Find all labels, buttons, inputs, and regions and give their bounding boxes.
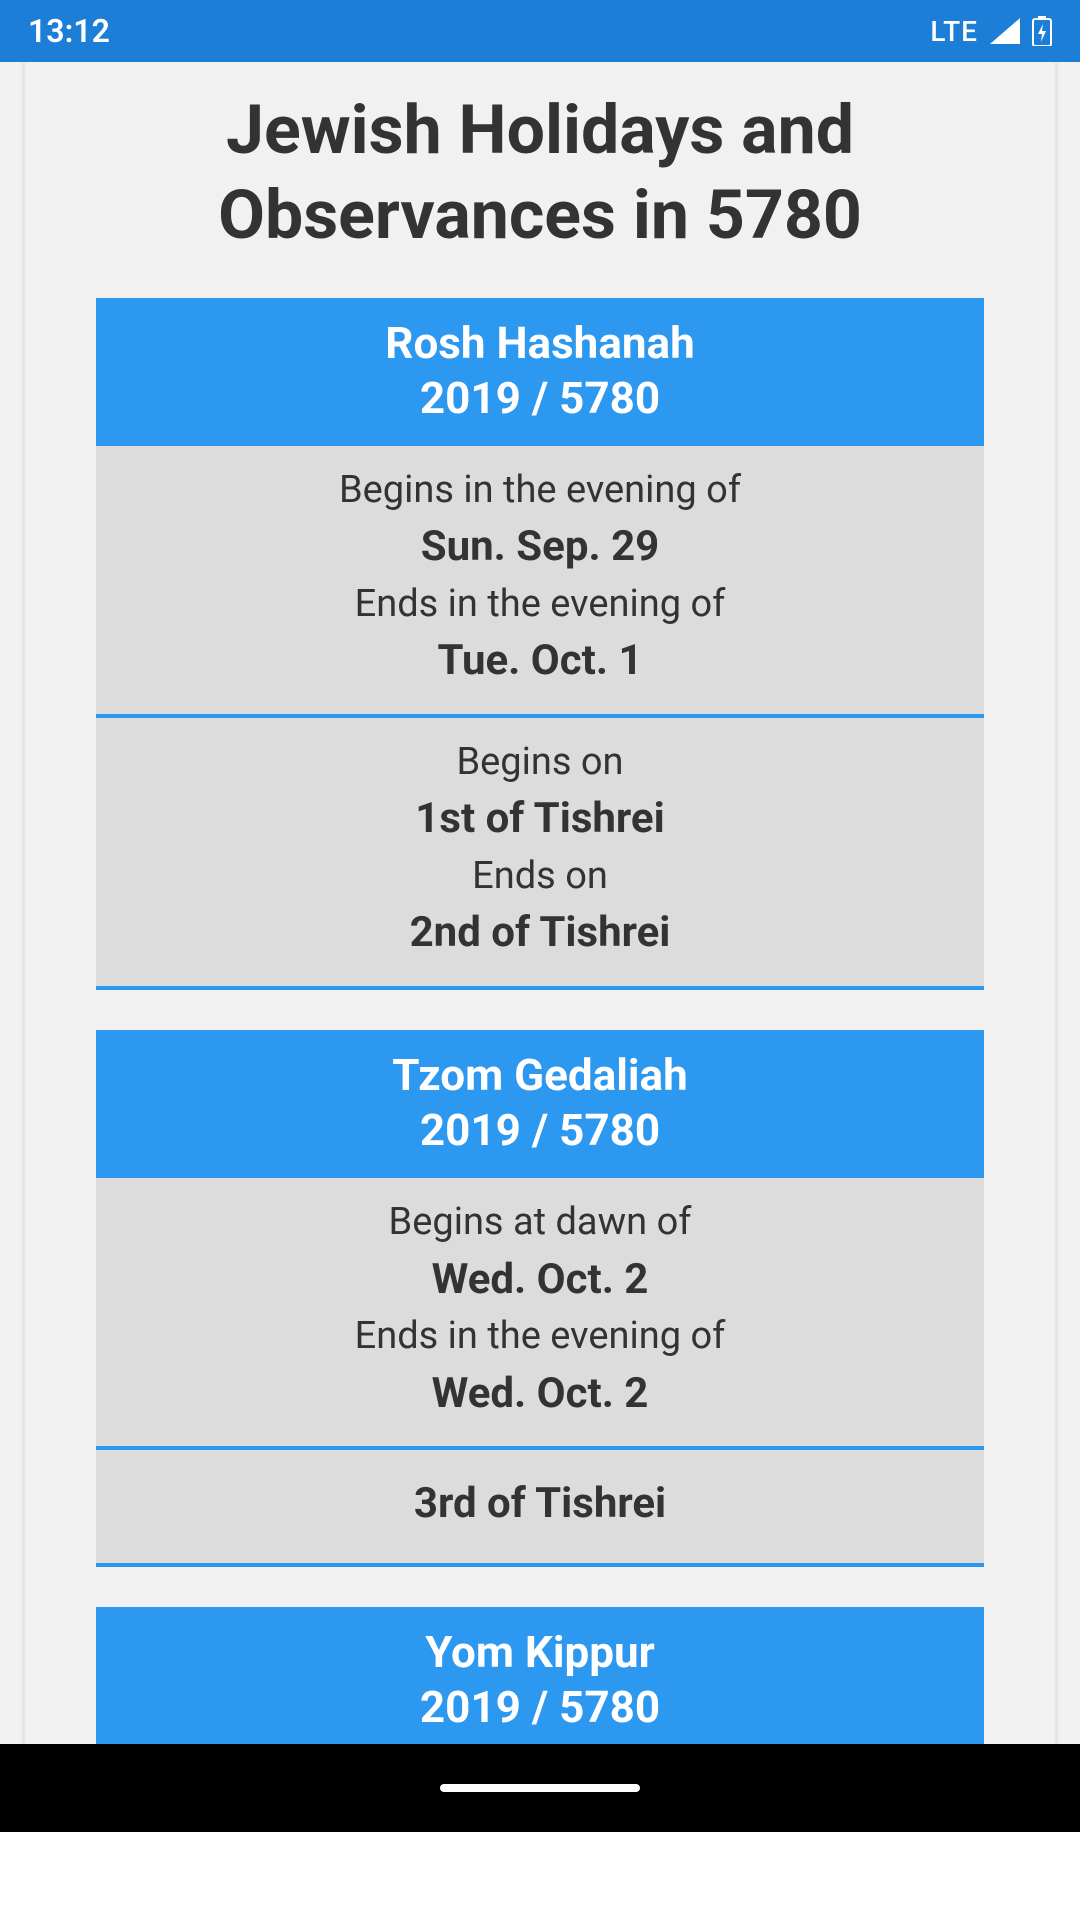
status-time: 13:12 (28, 12, 110, 50)
holiday-name: Yom Kippur (106, 1625, 974, 1680)
network-label: LTE (930, 15, 978, 48)
battery-icon (1032, 16, 1052, 46)
gregorian-section: Begins in the evening of Sun. Sep. 29 En… (96, 446, 984, 718)
holiday-name: Tzom Gedaliah (106, 1048, 974, 1103)
ends-value: Tue. Oct. 1 (106, 631, 974, 692)
holiday-year: 2019 / 5780 (106, 1680, 974, 1735)
begins-label: Begins at dawn of (106, 1196, 974, 1249)
page-title: Jewish Holidays and Observances in 5780 (24, 62, 1056, 298)
ends-value: 2nd of Tishrei (106, 903, 974, 964)
home-handle[interactable] (440, 1784, 640, 1792)
holiday-body: Begins in the evening of Sun. Sep. 29 En… (96, 446, 984, 990)
holiday-year: 2019 / 5780 (106, 371, 974, 426)
holiday-name: Rosh Hashanah (106, 316, 974, 371)
status-bar: 13:12 LTE (0, 0, 1080, 62)
holiday-year: 2019 / 5780 (106, 1103, 974, 1158)
ends-label: Ends in the evening of (106, 1310, 974, 1363)
begins-value: 1st of Tishrei (106, 789, 974, 850)
holiday-body: Begins at dawn of Wed. Oct. 2 Ends in th… (96, 1178, 984, 1567)
holiday-header[interactable]: Rosh Hashanah 2019 / 5780 (96, 298, 984, 446)
hebrew-section: Begins on 1st of Tishrei Ends on 2nd of … (96, 718, 984, 990)
holiday-header[interactable]: Tzom Gedaliah 2019 / 5780 (96, 1030, 984, 1178)
android-nav-bar (0, 1744, 1080, 1832)
page: Jewish Holidays and Observances in 5780 … (0, 62, 1080, 1832)
begins-value: Sun. Sep. 29 (106, 517, 974, 578)
holiday-card: Rosh Hashanah 2019 / 5780 Begins in the … (96, 298, 984, 990)
signal-icon (990, 18, 1020, 44)
ends-value: Wed. Oct. 2 (106, 1364, 974, 1425)
hebrew-section: 3rd of Tishrei (96, 1450, 984, 1567)
ends-label: Ends in the evening of (106, 578, 974, 631)
hebrew-date: 3rd of Tishrei (106, 1468, 974, 1541)
ends-label: Ends on (106, 850, 974, 903)
begins-label: Begins on (106, 736, 974, 789)
begins-value: Wed. Oct. 2 (106, 1250, 974, 1311)
begins-label: Begins in the evening of (106, 464, 974, 517)
page-content[interactable]: Jewish Holidays and Observances in 5780 … (24, 62, 1056, 1832)
gregorian-section: Begins at dawn of Wed. Oct. 2 Ends in th… (96, 1178, 984, 1450)
holiday-list: Rosh Hashanah 2019 / 5780 Begins in the … (24, 298, 1056, 1832)
holiday-card: Tzom Gedaliah 2019 / 5780 Begins at dawn… (96, 1030, 984, 1567)
status-right: LTE (930, 15, 1052, 48)
holiday-header[interactable]: Yom Kippur 2019 / 5780 (96, 1607, 984, 1755)
